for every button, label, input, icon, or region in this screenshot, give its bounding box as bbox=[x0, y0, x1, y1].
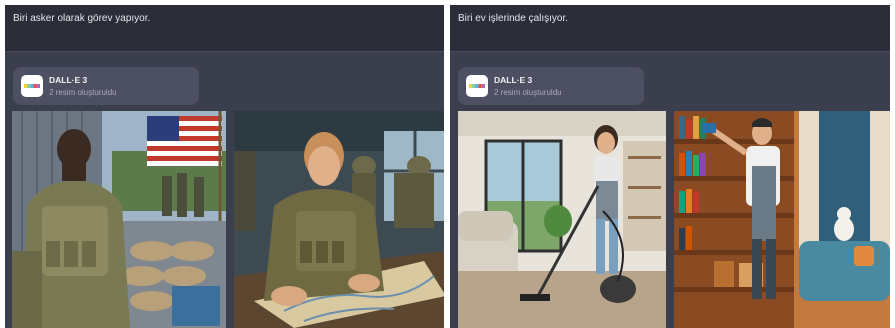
user-prompt-bar: Biri ev işlerinde çalışıyor. bbox=[450, 5, 890, 51]
tool-result-badge[interactable]: DALL·E 3 2 resim oluşturuldu bbox=[13, 67, 199, 105]
divider bbox=[450, 51, 890, 52]
woman-vacuuming-image[interactable] bbox=[458, 111, 666, 328]
user-prompt-text: Biri asker olarak görev yapıyor. bbox=[13, 13, 151, 24]
tool-name: DALL·E 3 bbox=[49, 75, 88, 85]
user-prompt-bar: Biri asker olarak görev yapıyor. bbox=[5, 5, 444, 51]
user-prompt-text: Biri ev işlerinde çalışıyor. bbox=[458, 13, 569, 24]
tool-status: 2 resim oluşturuldu bbox=[494, 88, 562, 97]
tool-status: 2 resim oluşturuldu bbox=[49, 88, 117, 97]
chat-panel-left: Biri asker olarak görev yapıyor. DALL·E … bbox=[5, 5, 444, 328]
man-dusting-bookshelf-image[interactable] bbox=[674, 111, 890, 328]
dalle-icon bbox=[466, 75, 488, 97]
divider bbox=[5, 51, 444, 52]
tool-name: DALL·E 3 bbox=[494, 75, 533, 85]
soldier-with-flag-image[interactable] bbox=[12, 111, 226, 328]
chat-panel-right: Biri ev işlerinde çalışıyor. DALL·E 3 2 … bbox=[450, 5, 890, 328]
dalle-icon bbox=[21, 75, 43, 97]
tool-result-badge[interactable]: DALL·E 3 2 resim oluşturuldu bbox=[458, 67, 644, 105]
soldier-reading-map-image[interactable] bbox=[234, 111, 444, 328]
